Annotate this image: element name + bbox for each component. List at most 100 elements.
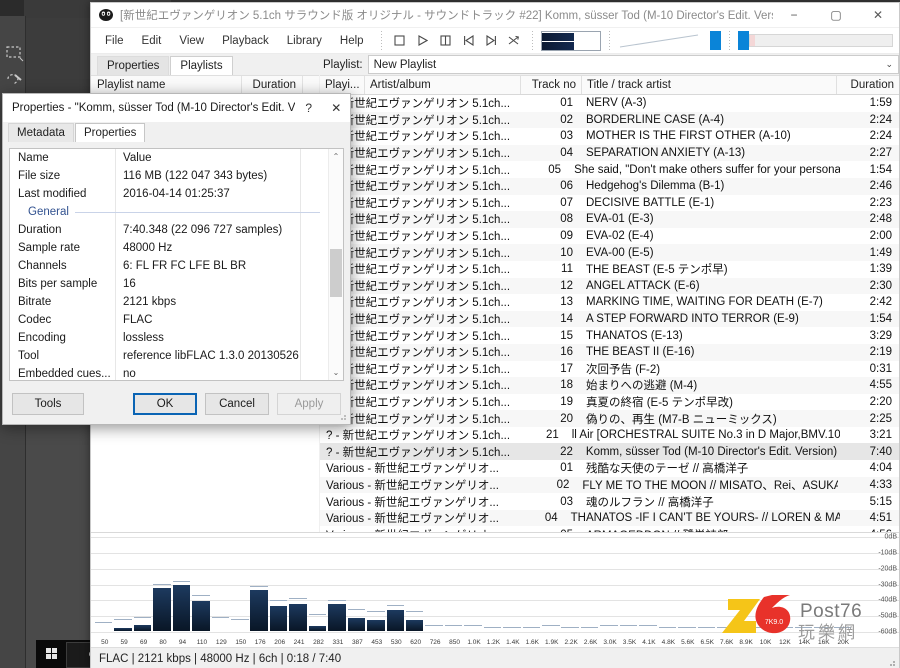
spectrum-freq-label: 726 <box>429 639 441 646</box>
next-button[interactable] <box>482 31 501 50</box>
seek-slider-track[interactable] <box>748 34 893 47</box>
properties-scrollbar[interactable]: ⌃ ⌄ <box>328 149 343 380</box>
previous-button[interactable] <box>459 31 478 50</box>
stop-button[interactable] <box>390 31 409 50</box>
dialog-tab-metadata[interactable]: Metadata <box>8 123 74 142</box>
property-value[interactable]: 2016-04-14 01:25:37 <box>115 188 328 200</box>
property-value[interactable]: no <box>115 368 328 380</box>
dialog-resize-grip[interactable] <box>338 412 347 421</box>
menu-file[interactable]: File <box>96 32 133 50</box>
playlist-row[interactable]: Various - 新世紀エヴァンゲリオ... 01 残酷な天使のテーゼ // 高橋… <box>320 460 899 477</box>
chevron-down-icon[interactable]: ⌄ <box>885 59 893 70</box>
playlist-combo-value: New Playlist <box>373 58 437 71</box>
properties-column-value[interactable]: Value <box>115 152 328 164</box>
playlist-row[interactable]: ? - 新世紀エヴァンゲリオン 5.1ch... 15 THANATOS (E-13… <box>320 327 899 344</box>
property-value[interactable]: 2121 kbps <box>115 296 328 308</box>
property-value[interactable]: reference libFLAC 1.3.0 20130526 <box>115 350 328 362</box>
tab-playlists[interactable]: Playlists <box>170 56 233 75</box>
column-playlist-duration[interactable]: Duration <box>242 79 302 91</box>
property-value[interactable]: 48000 Hz <box>115 242 328 254</box>
properties-column-name[interactable]: Name <box>10 152 115 164</box>
spectrum-peak-marker <box>211 617 230 619</box>
scrollbar-thumb[interactable] <box>330 249 342 297</box>
playlist-row[interactable]: ? - 新世紀エヴァンゲリオン 5.1ch... 21 ll Air [ORCHES… <box>320 427 899 444</box>
windows-logo-icon[interactable] <box>46 648 58 660</box>
seek-slider[interactable] <box>737 31 899 51</box>
playlist-row[interactable]: ? - 新世紀エヴァンゲリオン 5.1ch... 20 偽りの、再生 (M7-B ニ… <box>320 410 899 427</box>
row-duration: 1:59 <box>869 97 892 110</box>
pause-button[interactable] <box>436 31 455 50</box>
playlist-row[interactable]: ? - 新世紀エヴァンゲリオン 5.1ch... 11 THE BEAST (E-5… <box>320 261 899 278</box>
property-name: File size <box>18 170 61 182</box>
property-value[interactable]: FLAC <box>115 314 328 326</box>
playlist-row[interactable]: ? - 新世紀エヴァンゲリオン 5.1ch... 19 真夏の終宿 (E-5 テンポ… <box>320 394 899 411</box>
column-playlist-name[interactable]: Playlist name <box>91 79 241 91</box>
playlist-row[interactable]: ? - 新世紀エヴァンゲリオン 5.1ch... 12 ANGEL ATTACK (… <box>320 277 899 295</box>
column-duration[interactable]: Duration <box>837 79 899 91</box>
column-title-track-artist[interactable]: Title / track artist <box>582 79 836 91</box>
seek-slider-thumb[interactable] <box>737 31 749 50</box>
dialog-help-button[interactable]: ? <box>295 94 323 122</box>
column-playing[interactable]: Playi... <box>320 79 364 91</box>
property-value[interactable]: 7:40.348 (22 096 727 samples) <box>115 224 328 236</box>
menu-playback[interactable]: Playback <box>213 32 278 50</box>
column-artist-album[interactable]: Artist/album <box>365 79 520 91</box>
playlist-row[interactable]: ? - 新世紀エヴァンゲリオン 5.1ch... 06 Hedgehog's Dil… <box>320 177 899 195</box>
ok-button[interactable]: OK <box>133 393 197 415</box>
resize-grip[interactable] <box>886 657 896 667</box>
property-value[interactable]: 16 <box>115 278 328 290</box>
minimize-button[interactable]: − <box>773 3 815 28</box>
menu-library[interactable]: Library <box>278 32 331 50</box>
random-button[interactable] <box>505 31 524 50</box>
playlist-row[interactable]: ? - 新世紀エヴァンゲリオン 5.1ch... 04 SEPARATION ANX… <box>320 144 899 162</box>
playlist-row[interactable]: ? - 新世紀エヴァンゲリオン 5.1ch... 17 次回予告 (F-2) 0:31 <box>320 361 899 378</box>
volume-slider-thumb[interactable] <box>709 31 721 50</box>
maximize-button[interactable]: ▢ <box>815 3 857 28</box>
close-button[interactable]: ✕ <box>857 3 899 28</box>
menu-help[interactable]: Help <box>331 32 373 50</box>
playlist-row[interactable]: ? - 新世紀エヴァンゲリオン 5.1ch... 22 Komm, süsser T… <box>320 443 899 461</box>
scroll-up-icon[interactable]: ⌃ <box>329 149 343 164</box>
tools-button[interactable]: Tools <box>12 393 84 415</box>
volume-slider[interactable] <box>618 31 721 51</box>
playlist-row[interactable]: ? - 新世紀エヴァンゲリオン 5.1ch... 07 DECISIVE BATTL… <box>320 195 899 212</box>
playlist-row[interactable]: ? - 新世紀エヴァンゲリオン 5.1ch... 14 A STEP FORWARD… <box>320 310 899 328</box>
play-button[interactable] <box>413 31 432 50</box>
marquee-tool-icon[interactable] <box>4 44 24 66</box>
window-titlebar[interactable]: [新世紀エヴァンゲリオン 5.1ch サラウンド版 オリジナル - サウンドトラ… <box>91 3 899 28</box>
scroll-down-icon[interactable]: ⌄ <box>329 365 343 380</box>
cancel-button[interactable]: Cancel <box>205 393 269 415</box>
dialog-close-button[interactable]: ✕ <box>322 94 350 122</box>
spectrum-db-label: 0dB <box>884 533 897 541</box>
dialog-titlebar[interactable]: Properties - "Komm, süsser Tod (M-10 Dir… <box>3 94 350 122</box>
lasso-tool-icon[interactable] <box>4 71 24 93</box>
playlist-row[interactable]: Various - 新世紀エヴァンゲリオ... 03 魂のルフラン // 高橋洋子 5… <box>320 493 899 510</box>
playlist-row[interactable]: ? - 新世紀エヴァンゲリオン 5.1ch... 16 THE BEAST II (… <box>320 343 899 361</box>
dialog-tab-properties[interactable]: Properties <box>74 123 146 142</box>
volume-slider-track[interactable] <box>618 32 710 50</box>
property-value[interactable]: 116 MB (122 047 343 bytes) <box>115 170 328 182</box>
playlist-row[interactable]: ? - 新世紀エヴァンゲリオン 5.1ch... 03 MOTHER IS THE … <box>320 128 899 145</box>
column-track-no[interactable]: Track no <box>521 79 581 91</box>
playlist-row[interactable]: ? - 新世紀エヴァンゲリオン 5.1ch... 10 EVA-00 (E-5) 1:… <box>320 244 899 261</box>
playlist-rows[interactable]: ? - 新世紀エヴァンゲリオン 5.1ch... 01 NERV (A-3) 1:59… <box>320 95 899 532</box>
playlist-row[interactable]: ? - 新世紀エヴァンゲリオン 5.1ch... 09 EVA-02 (E-4) 2:… <box>320 228 899 245</box>
properties-row: Embedded cues... no <box>10 365 328 380</box>
playlist-row[interactable]: Various - 新世紀エヴァンゲリオ... 04 THANATOS -IF I … <box>320 509 899 527</box>
playlist-row[interactable]: ? - 新世紀エヴァンゲリオン 5.1ch... 05 She said, "Don… <box>320 161 899 178</box>
property-value[interactable]: 6: FL FR FC LFE BL BR <box>115 260 328 272</box>
playlist-row[interactable]: ? - 新世紀エヴァンゲリオン 5.1ch... 01 NERV (A-3) 1:59 <box>320 95 899 112</box>
playlist-row[interactable]: ? - 新世紀エヴァンゲリオン 5.1ch... 18 始まりへの逃避 (M-4) 4… <box>320 377 899 394</box>
tab-properties[interactable]: Properties <box>97 56 170 75</box>
playlist-combo[interactable]: New Playlist ⌄ <box>367 55 899 74</box>
spectrum-freq-label: 530 <box>390 639 402 646</box>
playlist-row[interactable]: ? - 新世紀エヴァンゲリオン 5.1ch... 02 BORDERLINE CAS… <box>320 111 899 129</box>
menu-view[interactable]: View <box>170 32 213 50</box>
menu-edit[interactable]: Edit <box>133 32 171 50</box>
properties-grid[interactable]: Name Value File size 116 MB (122 047 343 by… <box>9 148 344 381</box>
spectrum-analyzer[interactable]: 0dB -10dB -20dB -30dB -40dB -50dB -60dB 50 59 69… <box>91 532 899 647</box>
property-value[interactable]: lossless <box>115 332 328 344</box>
playlist-row[interactable]: ? - 新世紀エヴァンゲリオン 5.1ch... 08 EVA-01 (E-3) 2:… <box>320 211 899 228</box>
playlist-row[interactable]: Various - 新世紀エヴァンゲリオ... 02 FLY ME TO THE M… <box>320 476 899 494</box>
playlist-row[interactable]: ? - 新世紀エヴァンゲリオン 5.1ch... 13 MARKING TIME, … <box>320 294 899 311</box>
